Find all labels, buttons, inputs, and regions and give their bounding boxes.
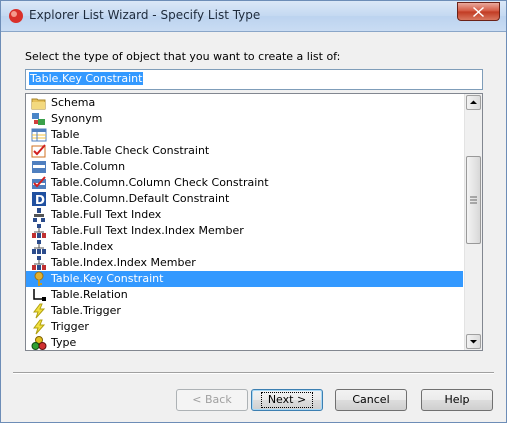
list-item-label: Trigger — [51, 320, 89, 333]
help-button[interactable]: Help — [421, 389, 493, 411]
svg-text:D: D — [35, 193, 45, 207]
trigger-icon — [33, 303, 46, 319]
close-button[interactable] — [457, 2, 500, 21]
close-icon — [473, 7, 484, 17]
list-item[interactable]: Table.Relation — [26, 287, 463, 303]
list-item[interactable]: Table.Index.Index Member — [26, 255, 463, 271]
index-member-icon — [32, 224, 46, 238]
key-icon — [34, 271, 44, 286]
folder-icon — [31, 98, 46, 110]
object-type-list-items: Schema Synonym Table Table.Table Check Cons… — [26, 95, 463, 350]
list-item-label: Table.Full Text Index — [51, 208, 162, 221]
table-icon — [31, 128, 47, 142]
list-item[interactable]: Schema — [26, 95, 463, 111]
list-item-label: Synonym — [51, 112, 103, 125]
list-item-label: Table.Index.Index Member — [51, 256, 196, 269]
list-item[interactable]: Type — [26, 335, 463, 350]
list-item-label: Table.Column — [51, 160, 126, 173]
back-button[interactable]: < Back — [176, 389, 248, 411]
list-item[interactable]: D Table.Column.Default Constraint — [26, 191, 463, 207]
index-icon — [32, 240, 46, 254]
object-type-input-value: Table.Key Constraint — [29, 72, 144, 85]
next-button[interactable]: Next > — [251, 389, 323, 411]
object-type-list[interactable]: Schema Synonym Table Table.Table Check Cons… — [25, 93, 483, 351]
list-item[interactable]: Synonym — [26, 111, 463, 127]
next-button-label: Next > — [260, 392, 314, 408]
window-title: Explorer List Wizard - Specify List Type — [29, 8, 261, 22]
list-item-label: Table.Table Check Constraint — [51, 144, 210, 157]
list-item[interactable]: Table.Index — [26, 239, 463, 255]
synonym-icon — [32, 113, 45, 125]
trigger-icon — [33, 319, 46, 335]
default-constraint-icon: D — [32, 192, 46, 207]
list-item-label: Table.Column.Default Constraint — [51, 192, 230, 205]
object-type-input[interactable]: Table.Key Constraint — [25, 69, 483, 90]
list-item-label: Type — [51, 336, 77, 349]
arrow-up-icon — [470, 100, 477, 104]
column-icon — [32, 161, 46, 173]
grip-icon — [470, 196, 477, 204]
title-bar[interactable]: Explorer List Wizard - Specify List Type — [1, 1, 506, 32]
list-item-label: Table.Relation — [51, 288, 128, 301]
scroll-down-button[interactable] — [466, 334, 481, 349]
fulltext-index-icon — [33, 208, 45, 222]
list-item[interactable]: Table.Table Check Constraint — [26, 143, 463, 159]
relation-icon — [33, 289, 46, 301]
list-item[interactable]: Table.Column — [26, 159, 463, 175]
wizard-window: Explorer List Wizard - Specify List Type… — [0, 0, 507, 423]
list-item[interactable]: Table — [26, 127, 463, 143]
list-item-label: Table.Index — [51, 240, 114, 253]
list-item-label: Table — [51, 128, 80, 141]
cancel-button[interactable]: Cancel — [335, 389, 407, 411]
list-item-label: Table.Column.Column Check Constraint — [51, 176, 269, 189]
list-item[interactable]: Table.Full Text Index — [26, 207, 463, 223]
list-item[interactable]: Table.Trigger — [26, 303, 463, 319]
list-item-label: Table.Full Text Index.Index Member — [51, 224, 244, 237]
index-member-icon — [32, 256, 46, 270]
list-item[interactable]: Table.Key Constraint — [26, 271, 463, 287]
footer-divider — [13, 372, 494, 374]
app-logo-icon — [9, 9, 23, 23]
vertical-scrollbar[interactable] — [464, 94, 482, 350]
list-item[interactable]: Table.Full Text Index.Index Member — [26, 223, 463, 239]
instruction-label: Select the type of object that you want … — [25, 50, 341, 63]
check-constraint-icon — [31, 144, 46, 158]
column-check-constraint-icon — [32, 176, 46, 189]
scroll-up-button[interactable] — [466, 95, 481, 110]
list-item-label: Table.Trigger — [51, 304, 121, 317]
list-item[interactable]: Trigger — [26, 319, 463, 335]
list-item-label: Table.Key Constraint — [51, 272, 164, 285]
scroll-thumb[interactable] — [466, 156, 481, 244]
arrow-down-icon — [470, 340, 477, 344]
list-item-label: Schema — [51, 96, 96, 109]
type-icon — [31, 336, 47, 350]
list-item[interactable]: Table.Column.Column Check Constraint — [26, 175, 463, 191]
